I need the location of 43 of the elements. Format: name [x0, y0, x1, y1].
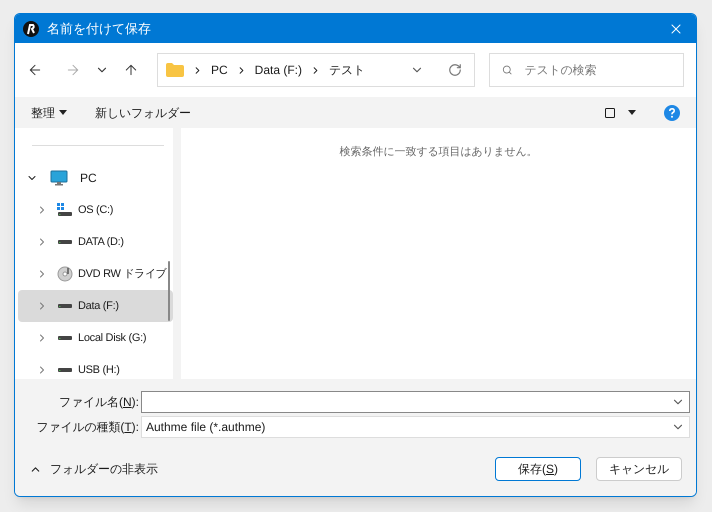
folder-icon — [166, 63, 184, 77]
tree-item[interactable]: Local Disk (G:) — [18, 322, 173, 354]
app-logo-icon — [23, 20, 39, 36]
tree-item[interactable]: PC — [18, 162, 173, 194]
tree-item[interactable]: DVD RW ドライブ — [18, 258, 173, 290]
empty-folder-message: 検索条件に一致する項目はありません。 — [340, 144, 538, 160]
window-title: 名前を付けて保存 — [47, 20, 152, 38]
tree-item[interactable]: OS (C:) — [18, 194, 173, 226]
new-folder-button[interactable]: 新しいフォルダー — [95, 104, 191, 122]
search-input[interactable]: テストの検索 — [524, 61, 671, 79]
drive-icon — [57, 367, 73, 373]
windows-drive-icon — [57, 203, 73, 217]
field-label: ファイルの種類(T): — [35, 419, 140, 436]
cancel-button[interactable]: キャンセル — [596, 457, 682, 481]
organize-menu-button[interactable]: 整理 — [31, 104, 67, 122]
back-button[interactable] — [27, 62, 43, 78]
dropdown-triangle-icon — [628, 110, 636, 115]
scrollbar-thumb[interactable] — [168, 261, 170, 321]
monitor-icon — [50, 170, 68, 186]
view-options-button[interactable] — [604, 106, 636, 118]
field-label: ファイル名(N): — [58, 394, 140, 411]
breadcrumb-item[interactable]: PC — [211, 61, 228, 79]
drive-icon — [57, 239, 73, 245]
up-button[interactable] — [123, 62, 139, 78]
dropdown-triangle-icon — [59, 110, 67, 115]
refresh-icon[interactable] — [448, 63, 462, 77]
help-icon[interactable] — [664, 104, 680, 120]
search-field[interactable]: テストの検索 — [489, 53, 684, 87]
drive-icon — [57, 303, 73, 309]
save-button[interactable]: 保存(S) — [495, 457, 581, 481]
breadcrumb-item[interactable]: Data (F:) — [254, 61, 302, 79]
tree-item[interactable]: DATA (D:) — [18, 226, 173, 258]
hide-folders-button[interactable]: フォルダーの非表示 — [29, 460, 158, 478]
address-bar[interactable]: PC Data (F:) テスト — [157, 53, 475, 87]
pane-view-icon — [604, 106, 616, 118]
file-name-field[interactable] — [141, 391, 690, 413]
breadcrumb-item[interactable]: テスト — [329, 61, 366, 79]
search-icon — [502, 64, 512, 76]
tree-item[interactable]: Data (F:) — [18, 290, 173, 322]
file-type-dropdown[interactable]: Authme file (*.authme) — [141, 416, 690, 438]
tree-item[interactable]: USB (H:) — [18, 354, 173, 386]
disc-icon — [57, 266, 73, 282]
drive-icon — [57, 335, 73, 341]
